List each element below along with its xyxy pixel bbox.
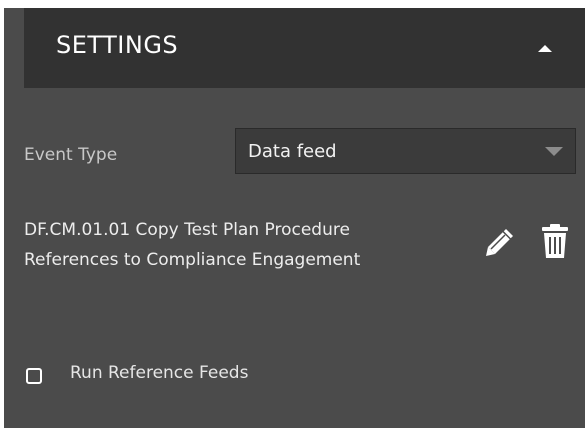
run-reference-feeds-option[interactable]: Run Reference Feeds: [24, 360, 344, 390]
trash-icon: [542, 224, 568, 258]
event-type-selected-value: Data feed: [248, 141, 337, 162]
event-type-label: Event Type: [24, 145, 118, 165]
delete-feed-button[interactable]: [541, 222, 569, 260]
caret-up-icon: [538, 45, 552, 52]
data-feed-title: DF.CM.01.01 Copy Test Plan Procedure Ref…: [24, 220, 361, 270]
pencil-icon: [486, 229, 513, 256]
settings-header[interactable]: SETTINGS: [24, 8, 585, 88]
edit-feed-button[interactable]: [483, 225, 517, 259]
settings-panel: SETTINGS Event Type Data feed DF.CM.01.0…: [4, 8, 585, 428]
run-reference-feeds-checkbox[interactable]: [26, 368, 42, 384]
event-type-select[interactable]: Data feed: [235, 128, 576, 174]
collapse-button[interactable]: [533, 36, 557, 60]
caret-down-icon: [545, 147, 563, 157]
run-reference-feeds-label: Run Reference Feeds: [70, 363, 249, 383]
settings-title: SETTINGS: [56, 31, 179, 59]
